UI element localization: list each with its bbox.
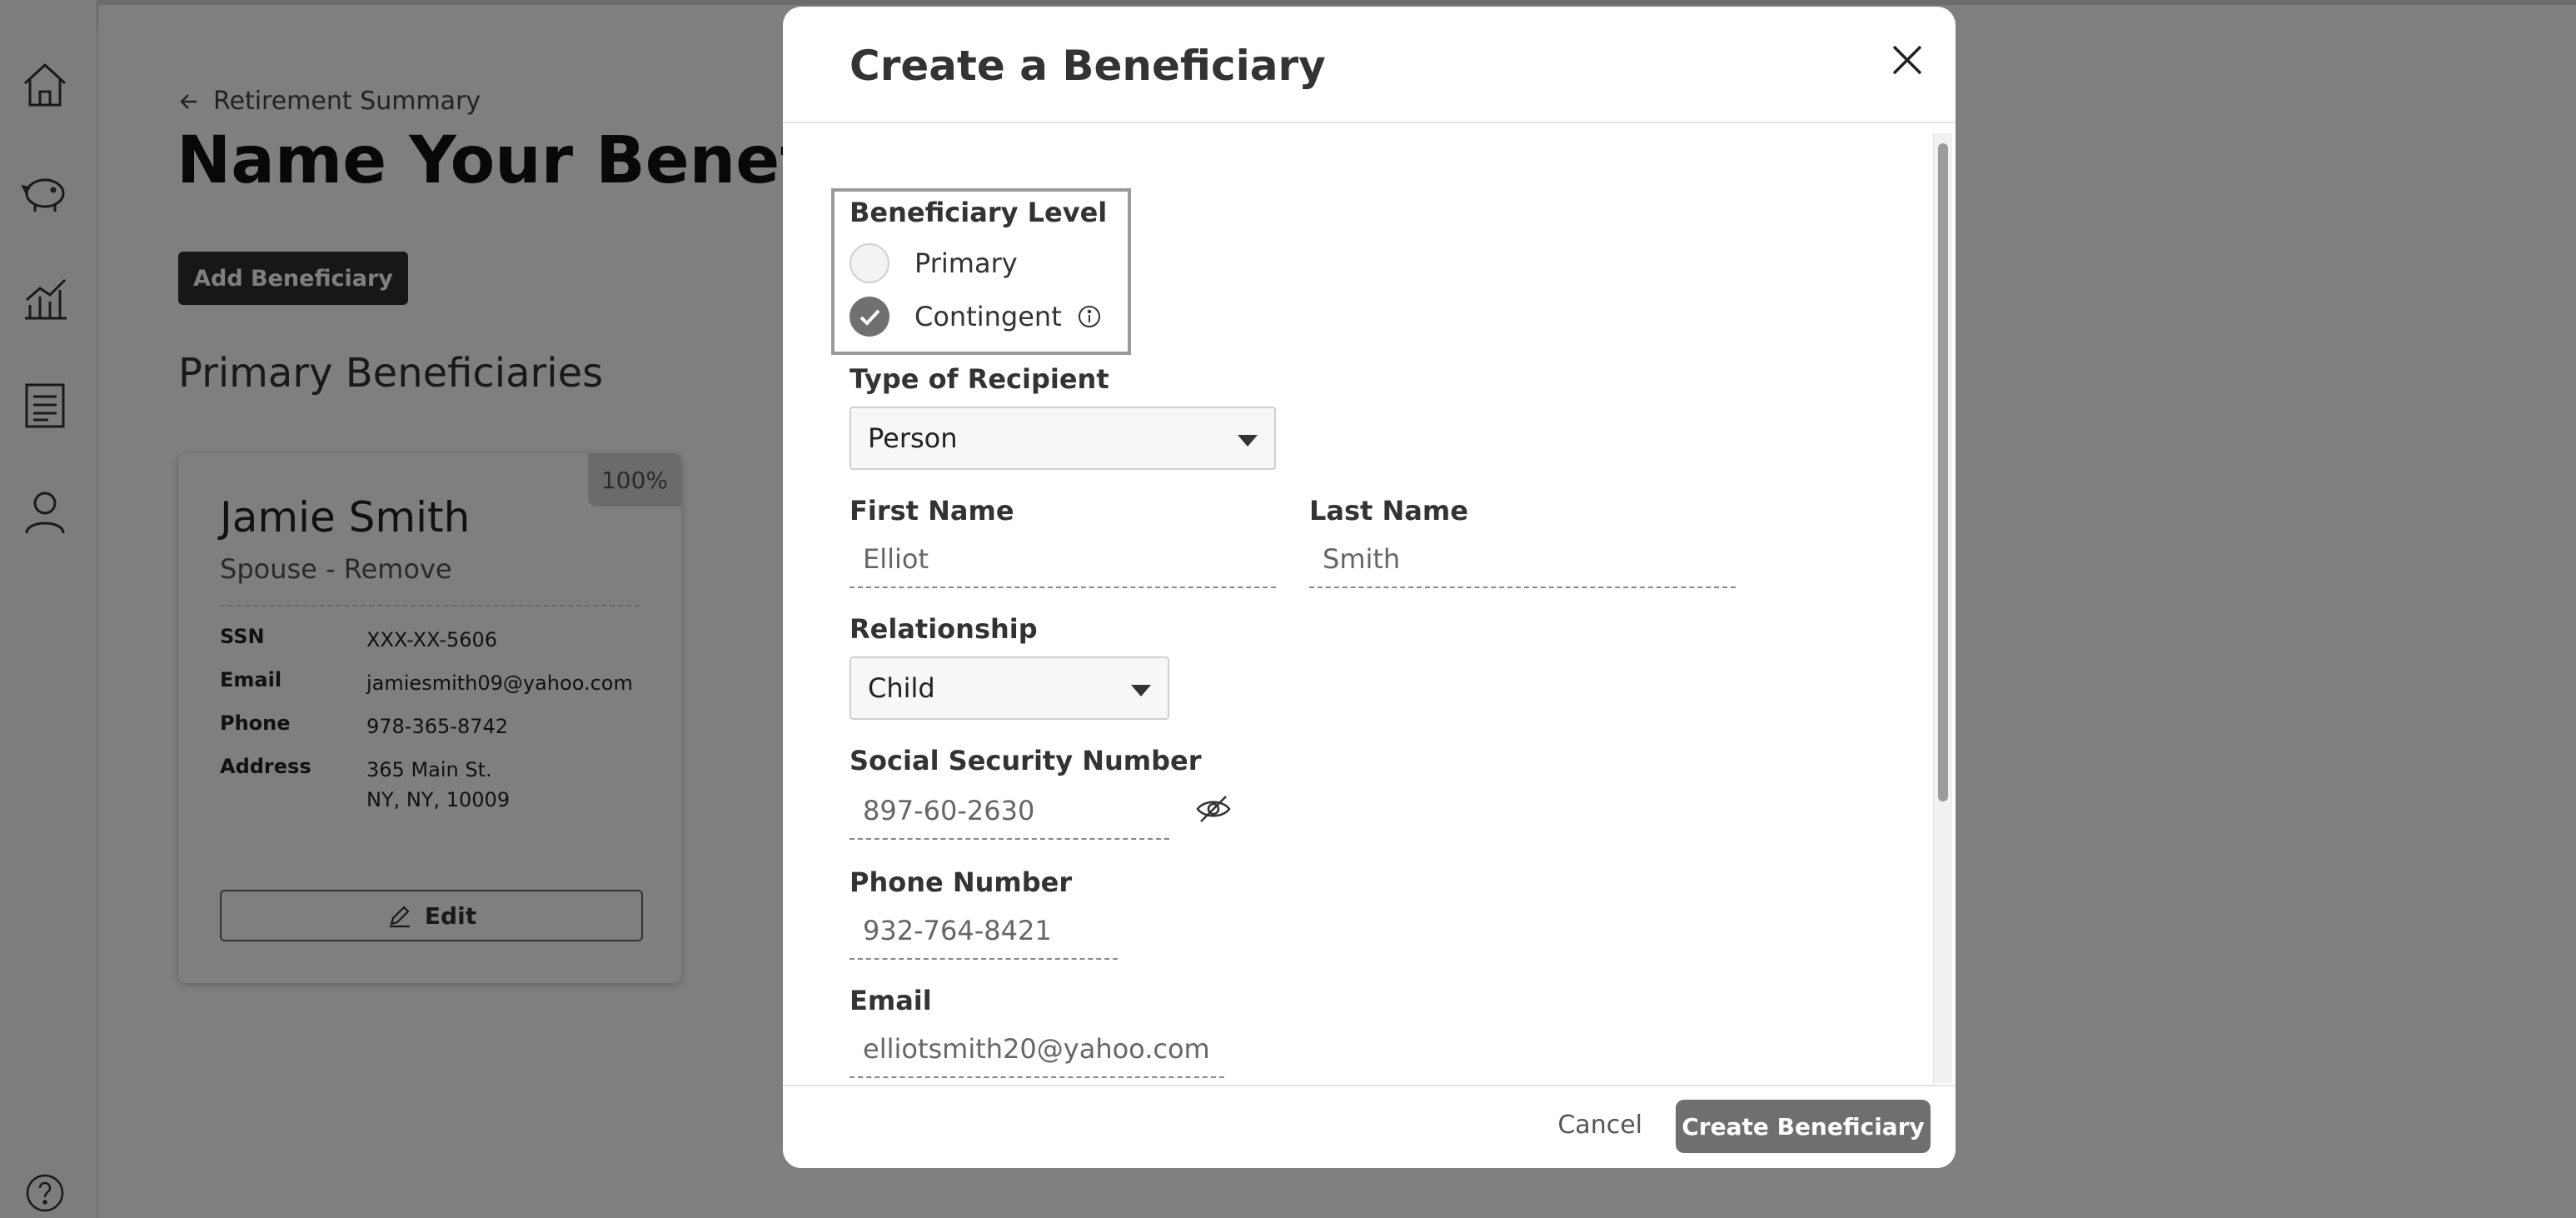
ssn-label: Social Security Number — [850, 745, 1202, 776]
first-name-value: Elliot — [863, 543, 929, 575]
recipient-type-value: Person — [868, 422, 958, 454]
relationship-label: Relationship — [850, 613, 1038, 645]
beneficiary-level-label: Beneficiary Level — [850, 197, 1108, 228]
phone-field[interactable]: 932-764-8421 — [850, 903, 1118, 960]
modal-scrollbar[interactable] — [1933, 133, 1952, 1083]
modal-header: Create a Beneficiary — [783, 7, 1956, 123]
phone-value: 932-764-8421 — [863, 915, 1052, 946]
create-beneficiary-button[interactable]: Create Beneficiary — [1676, 1100, 1931, 1153]
checkmark-icon — [859, 309, 880, 326]
create-beneficiary-modal: Create a Beneficiary Beneficiary Level P… — [783, 7, 1956, 1168]
last-name-label: Last Name — [1309, 495, 1468, 527]
modal-body: Beneficiary Level Primary Contingent Typ… — [783, 123, 1956, 1086]
last-name-field[interactable]: Smith — [1309, 532, 1736, 588]
relationship-value: Child — [868, 672, 935, 704]
email-label: Email — [850, 985, 932, 1016]
radio-primary-label: Primary — [914, 247, 1018, 279]
radio-primary[interactable]: Primary — [850, 243, 1018, 283]
chevron-down-icon — [1238, 435, 1258, 447]
email-field[interactable]: elliotsmith20@yahoo.com — [850, 1021, 1224, 1078]
radio-contingent[interactable]: Contingent — [850, 297, 1102, 337]
radio-contingent-label: Contingent — [914, 301, 1062, 332]
close-icon[interactable] — [1884, 37, 1931, 83]
radio-contingent-circle[interactable] — [850, 297, 889, 337]
chevron-down-icon — [1131, 685, 1151, 696]
info-icon[interactable] — [1077, 304, 1102, 329]
email-value: elliotsmith20@yahoo.com — [863, 1033, 1210, 1065]
phone-label: Phone Number — [850, 866, 1073, 898]
ssn-field[interactable]: 897-60-2630 — [850, 783, 1169, 840]
radio-primary-circle[interactable] — [850, 243, 889, 283]
first-name-field[interactable]: Elliot — [850, 532, 1276, 588]
relationship-select[interactable]: Child — [850, 656, 1169, 720]
modal-title: Create a Beneficiary — [850, 42, 1326, 90]
recipient-type-select[interactable]: Person — [850, 407, 1276, 470]
ssn-value: 897-60-2630 — [863, 795, 1035, 826]
scrollbar-thumb[interactable] — [1938, 143, 1948, 801]
eye-slash-icon[interactable] — [1194, 790, 1233, 828]
modal-footer: Cancel Create Beneficiary — [783, 1085, 1956, 1168]
last-name-value: Smith — [1323, 543, 1401, 575]
recipient-type-label: Type of Recipient — [850, 363, 1109, 395]
cancel-button[interactable]: Cancel — [1552, 1110, 1647, 1141]
first-name-label: First Name — [850, 495, 1014, 527]
